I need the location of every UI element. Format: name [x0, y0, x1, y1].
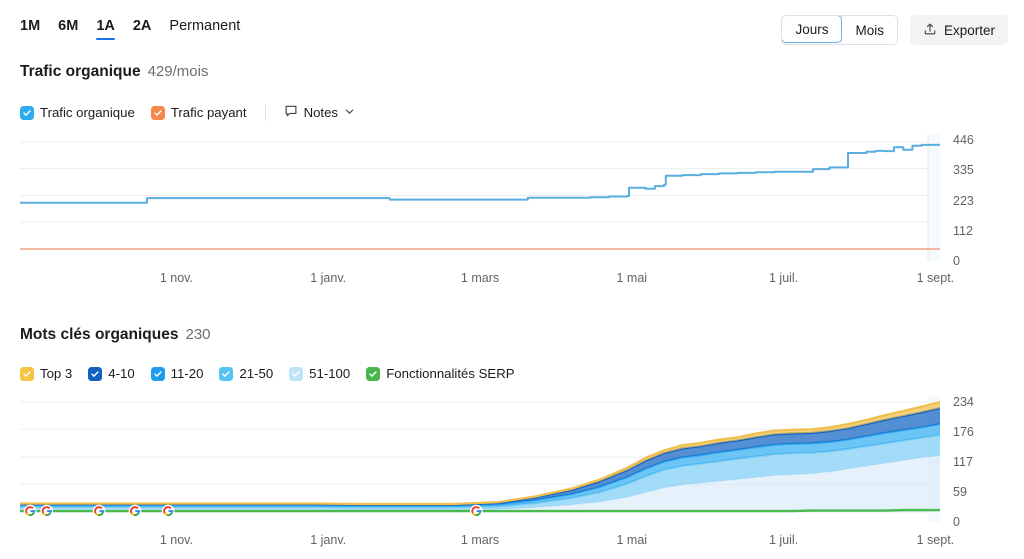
legend-item-51-100[interactable]: 51-100	[289, 366, 350, 381]
x-tick-label: 1 janv.	[310, 533, 347, 547]
legend-label-4-10: 4-10	[108, 366, 135, 381]
range-tab-1m[interactable]: 1M	[20, 17, 40, 40]
date-range-tabs: 1M 6M 1A 2A Permanent	[20, 17, 240, 40]
y-tick-label: 446	[953, 133, 974, 147]
y-tick-label: 234	[953, 395, 974, 409]
range-tab-permanent[interactable]: Permanent	[169, 17, 240, 40]
checkbox-21-50[interactable]	[219, 366, 234, 381]
x-tick-label: 1 sept.	[916, 533, 955, 547]
traffic-legend: Trafic organique Trafic payant Notes	[20, 104, 355, 121]
range-tab-1a[interactable]: 1A	[96, 17, 115, 40]
organic-keywords-y-axis: 234 176 117 59 0	[953, 395, 999, 528]
legend-item-organic-traffic[interactable]: Trafic organique	[20, 105, 135, 120]
keywords-title-text: Mots clés organiques	[20, 326, 179, 343]
x-tick-label: 1 nov.	[159, 271, 193, 285]
x-tick-label: 1 nov.	[159, 533, 193, 547]
checkbox-top3[interactable]	[20, 366, 34, 381]
y-tick-label: 176	[953, 425, 974, 439]
legend-label-51-100: 51-100	[309, 366, 351, 381]
notes-label: Notes	[303, 105, 339, 120]
x-tick-label: 1 mai	[616, 533, 648, 547]
google-update-marker[interactable]	[161, 504, 175, 518]
traffic-title-text: Trafic organique	[20, 63, 141, 80]
google-update-marker[interactable]	[23, 504, 37, 518]
range-tab-6m[interactable]: 6M	[58, 17, 78, 40]
organic-traffic-chart[interactable]	[20, 134, 940, 261]
google-update-marker[interactable]	[40, 504, 54, 518]
note-bubble-icon	[284, 104, 298, 121]
range-tab-1m-label: 1M	[20, 18, 41, 34]
x-tick-label: 1 juil.	[769, 271, 799, 285]
organic-traffic-y-axis: 446 335 223 112 0	[953, 133, 999, 267]
y-tick-label: 335	[953, 163, 974, 178]
toolbar-right-controls: Jours Mois Exporter	[781, 15, 1008, 45]
legend-label-paid-traffic: Trafic payant	[170, 105, 247, 120]
upload-icon	[923, 22, 937, 39]
checkbox-51-100[interactable]	[289, 366, 304, 381]
legend-item-11-20[interactable]: 11-20	[150, 366, 204, 381]
legend-label-11-20: 11-20	[170, 366, 204, 381]
y-tick-label: 112	[953, 223, 973, 238]
x-tick-label: 1 sept.	[916, 271, 955, 285]
legend-divider	[264, 104, 266, 121]
range-tab-2a[interactable]: 2A	[133, 17, 152, 40]
legend-label-organic-traffic: Trafic organique	[40, 105, 135, 120]
export-button[interactable]: Exporter	[909, 15, 1008, 45]
x-tick-label: 1 juil.	[769, 533, 799, 547]
y-tick-label: 59	[953, 485, 967, 499]
toolbar: 1M 6M 1A 2A Permanent Jours Mois Exporte…	[0, 0, 1024, 50]
legend-item-21-50[interactable]: 21-50	[219, 366, 273, 381]
y-tick-label: 117	[953, 455, 973, 469]
range-tab-2a-label: 2A	[132, 18, 152, 34]
legend-item-top3[interactable]: Top 3	[20, 366, 72, 381]
granularity-months-button[interactable]: Mois	[842, 16, 897, 44]
checkbox-paid-traffic[interactable]	[150, 105, 165, 120]
organic-traffic-chart-svg	[20, 134, 940, 261]
y-tick-label: 0	[953, 515, 960, 529]
organic-keywords-chart-svg	[20, 396, 940, 522]
google-update-marker[interactable]	[469, 504, 483, 518]
export-button-label: Exporter	[943, 22, 995, 38]
y-tick-label: 223	[953, 193, 974, 208]
checkbox-4-10[interactable]	[88, 366, 103, 381]
legend-item-paid-traffic[interactable]: Trafic payant	[150, 105, 247, 120]
y-tick-label: 0	[953, 254, 960, 268]
granularity-days-button[interactable]: Jours	[782, 16, 843, 43]
granularity-toggle: Jours Mois	[781, 15, 898, 45]
legend-label-serp-features: Fonctionnalités SERP	[386, 366, 515, 381]
legend-label-21-50: 21-50	[239, 366, 274, 381]
google-update-marker[interactable]	[128, 504, 142, 518]
traffic-title-value: 429/mois	[147, 63, 209, 80]
organic-keywords-chart[interactable]	[20, 396, 940, 522]
range-tab-1a-label: 1A	[96, 18, 115, 34]
checkbox-organic-traffic[interactable]	[20, 105, 34, 120]
x-tick-label: 1 mai	[616, 271, 648, 285]
chart-edge-highlight	[928, 134, 940, 261]
checkbox-11-20[interactable]	[150, 366, 165, 381]
chevron-down-icon	[344, 105, 355, 120]
range-tab-6m-label: 6M	[58, 18, 79, 34]
checkbox-serp-features[interactable]	[366, 366, 381, 381]
x-tick-label: 1 janv.	[310, 271, 347, 285]
x-tick-label: 1 mars	[460, 271, 500, 285]
legend-item-serp-features[interactable]: Fonctionnalités SERP	[366, 366, 515, 381]
traffic-section-title: Trafic organique 429/mois	[20, 63, 208, 81]
series-line-organic-traffic	[20, 143, 940, 204]
keywords-title-value: 230	[185, 326, 211, 343]
google-update-marker[interactable]	[92, 504, 106, 518]
keywords-legend: Top 3 4-10 11-20 21-50 51-100 Fonctionna…	[20, 366, 515, 381]
notes-dropdown[interactable]: Notes	[284, 104, 355, 121]
x-tick-label: 1 mars	[460, 533, 500, 547]
legend-item-4-10[interactable]: 4-10	[88, 366, 135, 381]
keywords-section-title: Mots clés organiques 230	[20, 326, 211, 344]
legend-label-top3: Top 3	[40, 366, 73, 381]
range-tab-permanent-label: Permanent	[169, 18, 241, 34]
